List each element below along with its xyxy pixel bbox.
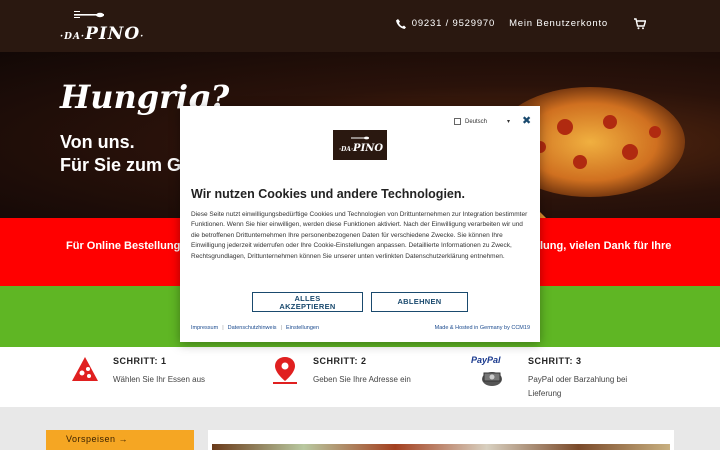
cart-icon[interactable] xyxy=(634,18,646,30)
step-1-text: Wählen Sie Ihr Essen aus xyxy=(113,375,206,384)
settings-link[interactable]: Einstellungen xyxy=(286,325,319,331)
link-separator: | xyxy=(280,325,282,331)
link-separator: | xyxy=(222,325,224,331)
food-image xyxy=(212,444,670,450)
dialog-title: Wir nutzen Cookies und andere Technologi… xyxy=(191,187,465,201)
close-icon[interactable]: ✖ xyxy=(522,116,531,127)
step-2-title: SCHRITT: 2 xyxy=(313,356,367,366)
pizza-slice-icon xyxy=(72,357,98,381)
top-nav: 09231 / 9529970 Mein Benutzerkonto xyxy=(395,18,620,29)
cutlery-icon xyxy=(74,11,104,18)
category-label: Vorspeisen xyxy=(66,434,116,444)
cookie-consent-dialog: Deutsch ▾ ✖ ·DA·PINO Wir nutzen Cookies … xyxy=(180,106,540,342)
category-tab-vorspeisen[interactable]: Vorspeisen → xyxy=(46,430,194,450)
language-value: Deutsch xyxy=(465,118,488,125)
order-steps: SCHRITT: 1 Wählen Sie Ihr Essen aus SCHR… xyxy=(0,347,720,407)
site-logo[interactable]: ·DA·PINO· xyxy=(60,8,143,44)
dialog-footer-links: Impressum | Datenschutzhinweis | Einstel… xyxy=(191,325,319,331)
arrow-right-icon: → xyxy=(118,434,129,444)
step-3-text-line-1: PayPal oder Barzahlung bei xyxy=(528,375,628,384)
hero-line-2: Für Sie zum Ge xyxy=(60,155,192,175)
notice-text-right: lung, vielen Dank für Ihre xyxy=(540,240,672,252)
paypal-icon: PayPal xyxy=(471,355,501,365)
site-header: ·DA·PINO· 09231 / 9529970 Mein Benutzerk… xyxy=(0,0,720,52)
cutlery-icon xyxy=(351,136,369,140)
phone-number: 09231 / 9529970 xyxy=(411,18,496,29)
dialog-logo-word: PINO xyxy=(353,143,384,154)
location-pin-icon xyxy=(273,357,297,384)
notice-text-left: Für Online Bestellungen xyxy=(66,240,194,252)
language-select[interactable]: Deutsch ▾ xyxy=(454,118,510,125)
food-image-strip xyxy=(208,430,674,450)
language-icon xyxy=(454,118,461,125)
hosted-by-link[interactable]: Made & Hosted in Germany by CCM19 xyxy=(435,325,530,331)
accept-label-line-2: AKZEPTIEREN xyxy=(279,302,336,311)
decline-button[interactable]: ABLEHNEN xyxy=(371,292,468,312)
dialog-logo: ·DA·PINO xyxy=(333,130,387,160)
step-3-title: SCHRITT: 3 xyxy=(528,356,582,366)
chevron-down-icon: ▾ xyxy=(507,119,511,125)
step-1-title: SCHRITT: 1 xyxy=(113,356,167,366)
logo-prefix: ·DA· xyxy=(60,32,86,42)
step-3-text-line-2: Lieferung xyxy=(528,389,562,398)
step-2-text: Geben Sie Ihre Adresse ein xyxy=(313,375,411,384)
dialog-logo-prefix: ·DA· xyxy=(339,146,354,153)
impressum-link[interactable]: Impressum xyxy=(191,325,218,331)
hero-line-1: Von uns. xyxy=(60,132,135,152)
cash-icon xyxy=(482,372,502,386)
account-link[interactable]: Mein Benutzerkonto xyxy=(509,18,608,29)
dialog-body: Diese Seite nutzt einwilligungsbedürftig… xyxy=(191,211,528,260)
accept-all-button[interactable]: ALLES AKZEPTIEREN xyxy=(252,292,363,312)
logo-word: PINO xyxy=(85,24,141,44)
phone-icon xyxy=(395,18,406,29)
phone-link[interactable]: 09231 / 9529970 xyxy=(395,18,496,29)
privacy-link[interactable]: Datenschutzhinweis xyxy=(228,325,277,331)
paypal-label: PayPal xyxy=(471,355,501,365)
